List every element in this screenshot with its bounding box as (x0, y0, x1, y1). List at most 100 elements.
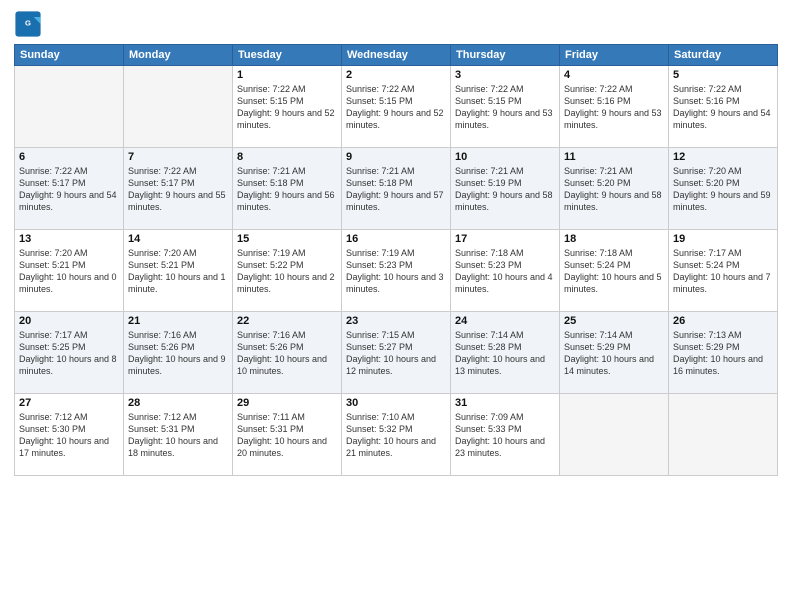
calendar-cell: 12 Sunrise: 7:20 AM Sunset: 5:20 PM Dayli… (669, 148, 778, 230)
calendar-cell: 21 Sunrise: 7:16 AM Sunset: 5:26 PM Dayli… (124, 312, 233, 394)
day-info: Sunrise: 7:16 AM Sunset: 5:26 PM Dayligh… (237, 329, 337, 378)
calendar-cell: 1 Sunrise: 7:22 AM Sunset: 5:15 PM Daylig… (233, 66, 342, 148)
calendar-week-row: 20 Sunrise: 7:17 AM Sunset: 5:25 PM Dayli… (15, 312, 778, 394)
calendar-cell (669, 394, 778, 476)
col-header-tuesday: Tuesday (233, 45, 342, 66)
calendar-cell: 7Sunrise: 7:22 AM Sunset: 5:17 PM Daylig… (124, 148, 233, 230)
day-number: 18 (564, 233, 664, 245)
day-info: Sunrise: 7:22 AM Sunset: 5:15 PM Dayligh… (237, 83, 337, 132)
calendar-cell (124, 66, 233, 148)
calendar-cell: 16 Sunrise: 7:19 AM Sunset: 5:23 PM Dayli… (342, 230, 451, 312)
day-info: Sunrise: 7:22 AM Sunset: 5:17 PM Dayligh… (19, 165, 119, 214)
calendar-cell: 2 Sunrise: 7:22 AM Sunset: 5:15 PM Daylig… (342, 66, 451, 148)
day-info: Sunrise: 7:18 AM Sunset: 5:23 PM Dayligh… (455, 247, 555, 296)
day-info: Sunrise: 7:21 AM Sunset: 5:20 PM Dayligh… (564, 165, 664, 214)
day-number: 9 (346, 151, 446, 163)
calendar-cell: 27 Sunrise: 7:12 AM Sunset: 5:30 PM Dayli… (15, 394, 124, 476)
day-info: Sunrise: 7:22 AM Sunset: 5:16 PM Dayligh… (564, 83, 664, 132)
header: G (14, 10, 778, 38)
calendar-cell: 28 Sunrise: 7:12 AM Sunset: 5:31 PM Dayli… (124, 394, 233, 476)
calendar-cell: 19 Sunrise: 7:17 AM Sunset: 5:24 PM Dayli… (669, 230, 778, 312)
calendar-cell (560, 394, 669, 476)
day-number: 5 (673, 69, 773, 81)
col-header-monday: Monday (124, 45, 233, 66)
day-number: 7 (128, 151, 228, 163)
day-number: 16 (346, 233, 446, 245)
day-info: Sunrise: 7:21 AM Sunset: 5:18 PM Dayligh… (237, 165, 337, 214)
calendar-cell: 30 Sunrise: 7:10 AM Sunset: 5:32 PM Dayli… (342, 394, 451, 476)
calendar-cell: 15Sunrise: 7:19 AM Sunset: 5:22 PM Dayli… (233, 230, 342, 312)
day-info: Sunrise: 7:12 AM Sunset: 5:30 PM Dayligh… (19, 411, 119, 460)
day-info: Sunrise: 7:09 AM Sunset: 5:33 PM Dayligh… (455, 411, 555, 460)
day-number: 6 (19, 151, 119, 163)
day-info: Sunrise: 7:16 AM Sunset: 5:26 PM Dayligh… (128, 329, 228, 378)
day-number: 20 (19, 315, 119, 327)
day-number: 25 (564, 315, 664, 327)
day-number: 3 (455, 69, 555, 81)
calendar-cell: 10 Sunrise: 7:21 AM Sunset: 5:19 PM Dayli… (451, 148, 560, 230)
day-number: 27 (19, 397, 119, 409)
calendar-cell: 24 Sunrise: 7:14 AM Sunset: 5:28 PM Dayli… (451, 312, 560, 394)
page: G SundayMondayTuesdayWednesdayThursdayFr… (0, 0, 792, 612)
day-number: 29 (237, 397, 337, 409)
day-number: 17 (455, 233, 555, 245)
day-number: 1 (237, 69, 337, 81)
day-info: Sunrise: 7:11 AM Sunset: 5:31 PM Dayligh… (237, 411, 337, 460)
day-info: Sunrise: 7:17 AM Sunset: 5:24 PM Dayligh… (673, 247, 773, 296)
day-info: Sunrise: 7:13 AM Sunset: 5:29 PM Dayligh… (673, 329, 773, 378)
day-info: Sunrise: 7:14 AM Sunset: 5:28 PM Dayligh… (455, 329, 555, 378)
calendar-cell: 14 Sunrise: 7:20 AM Sunset: 5:21 PM Dayli… (124, 230, 233, 312)
calendar-cell: 11 Sunrise: 7:21 AM Sunset: 5:20 PM Dayli… (560, 148, 669, 230)
svg-text:G: G (25, 18, 31, 27)
calendar-table: SundayMondayTuesdayWednesdayThursdayFrid… (14, 44, 778, 476)
calendar-week-row: 6 Sunrise: 7:22 AM Sunset: 5:17 PM Daylig… (15, 148, 778, 230)
day-number: 10 (455, 151, 555, 163)
day-info: Sunrise: 7:21 AM Sunset: 5:18 PM Dayligh… (346, 165, 446, 214)
day-number: 19 (673, 233, 773, 245)
calendar-cell: 31 Sunrise: 7:09 AM Sunset: 5:33 PM Dayli… (451, 394, 560, 476)
calendar-header-row: SundayMondayTuesdayWednesdayThursdayFrid… (15, 45, 778, 66)
day-info: Sunrise: 7:14 AM Sunset: 5:29 PM Dayligh… (564, 329, 664, 378)
day-number: 4 (564, 69, 664, 81)
day-info: Sunrise: 7:20 AM Sunset: 5:21 PM Dayligh… (128, 247, 228, 296)
calendar-week-row: 13 Sunrise: 7:20 AM Sunset: 5:21 PM Dayli… (15, 230, 778, 312)
calendar-cell: 13Sunrise: 7:20 AM Sunset: 5:21 PM Dayli… (15, 230, 124, 312)
calendar-cell: 18Sunrise: 7:18 AM Sunset: 5:24 PM Dayli… (560, 230, 669, 312)
calendar-cell: 20 Sunrise: 7:17 AM Sunset: 5:25 PM Dayli… (15, 312, 124, 394)
day-info: Sunrise: 7:22 AM Sunset: 5:16 PM Dayligh… (673, 83, 773, 132)
day-info: Sunrise: 7:22 AM Sunset: 5:15 PM Dayligh… (455, 83, 555, 132)
calendar-cell (15, 66, 124, 148)
day-number: 22 (237, 315, 337, 327)
day-number: 28 (128, 397, 228, 409)
day-info: Sunrise: 7:10 AM Sunset: 5:32 PM Dayligh… (346, 411, 446, 460)
calendar-cell: 9 Sunrise: 7:21 AM Sunset: 5:18 PM Daylig… (342, 148, 451, 230)
col-header-friday: Friday (560, 45, 669, 66)
day-number: 13 (19, 233, 119, 245)
day-info: Sunrise: 7:21 AM Sunset: 5:19 PM Dayligh… (455, 165, 555, 214)
day-number: 30 (346, 397, 446, 409)
calendar-cell: 6 Sunrise: 7:22 AM Sunset: 5:17 PM Daylig… (15, 148, 124, 230)
col-header-wednesday: Wednesday (342, 45, 451, 66)
day-number: 14 (128, 233, 228, 245)
calendar-cell: 25 Sunrise: 7:14 AM Sunset: 5:29 PM Dayli… (560, 312, 669, 394)
day-number: 31 (455, 397, 555, 409)
day-info: Sunrise: 7:19 AM Sunset: 5:23 PM Dayligh… (346, 247, 446, 296)
day-number: 24 (455, 315, 555, 327)
day-number: 12 (673, 151, 773, 163)
logo-icon: G (14, 10, 42, 38)
day-info: Sunrise: 7:12 AM Sunset: 5:31 PM Dayligh… (128, 411, 228, 460)
day-info: Sunrise: 7:20 AM Sunset: 5:20 PM Dayligh… (673, 165, 773, 214)
calendar-cell: 29 Sunrise: 7:11 AM Sunset: 5:31 PM Dayli… (233, 394, 342, 476)
col-header-saturday: Saturday (669, 45, 778, 66)
calendar-week-row: 27 Sunrise: 7:12 AM Sunset: 5:30 PM Dayli… (15, 394, 778, 476)
calendar-cell: 22 Sunrise: 7:16 AM Sunset: 5:26 PM Dayli… (233, 312, 342, 394)
day-number: 8 (237, 151, 337, 163)
day-info: Sunrise: 7:22 AM Sunset: 5:15 PM Dayligh… (346, 83, 446, 132)
logo: G (14, 10, 46, 38)
col-header-thursday: Thursday (451, 45, 560, 66)
day-number: 11 (564, 151, 664, 163)
day-info: Sunrise: 7:17 AM Sunset: 5:25 PM Dayligh… (19, 329, 119, 378)
day-number: 21 (128, 315, 228, 327)
day-number: 2 (346, 69, 446, 81)
calendar-cell: 4 Sunrise: 7:22 AM Sunset: 5:16 PM Daylig… (560, 66, 669, 148)
